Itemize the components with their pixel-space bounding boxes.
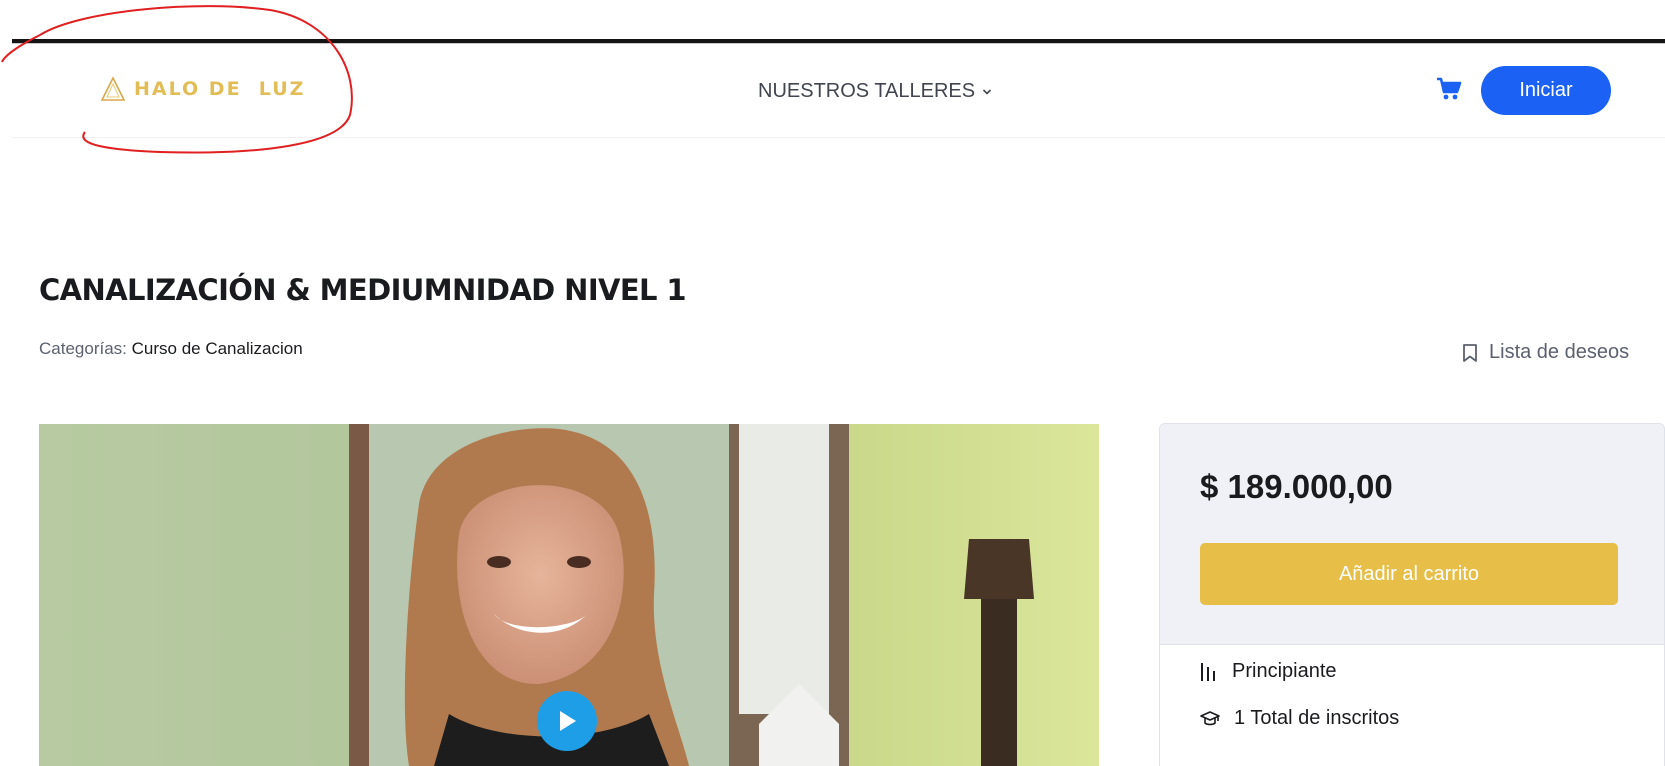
bookmark-icon	[1463, 343, 1477, 362]
nav-menu-talleres[interactable]: NUESTROS TALLERES	[758, 80, 992, 103]
page-title: CANALIZACIÓN & MEDIUMNIDAD NIVEL 1	[39, 273, 687, 307]
logo-text: HALO DE LUZ	[134, 78, 306, 100]
play-button[interactable]	[537, 691, 597, 751]
course-price: $ 189.000,00	[1200, 468, 1393, 505]
nav-menu-label: NUESTROS TALLERES	[758, 80, 976, 102]
chevron-down-icon	[983, 88, 992, 95]
course-video[interactable]	[39, 424, 1099, 766]
cart-button[interactable]	[1436, 77, 1462, 106]
course-level: Principiante	[1200, 660, 1337, 683]
cart-icon	[1437, 77, 1462, 100]
categories-line: Categorías: Curso de Canalizacion	[39, 339, 303, 359]
course-level-label: Principiante	[1232, 660, 1337, 682]
add-to-cart-button[interactable]: Añadir al carrito	[1200, 543, 1618, 605]
triangle-logo-icon	[100, 76, 126, 101]
enrolled-count: 1 Total de inscritos	[1200, 707, 1399, 730]
wishlist-label: Lista de deseos	[1489, 341, 1630, 363]
play-icon	[560, 711, 576, 731]
category-link[interactable]: Curso de Canalizacion	[132, 339, 303, 358]
price-panel: $ 189.000,00 Añadir al carrito	[1160, 424, 1664, 645]
logo[interactable]: HALO DE LUZ	[100, 76, 305, 102]
site-header: HALO DE LUZ NUESTROS TALLERES Iniciar	[12, 44, 1665, 138]
level-bars-icon	[1201, 662, 1215, 681]
graduation-cap-icon	[1200, 710, 1220, 725]
top-divider	[12, 39, 1665, 44]
enrolled-count-label: 1 Total de inscritos	[1234, 707, 1400, 729]
wishlist-button[interactable]: Lista de deseos	[1462, 341, 1629, 364]
categories-label: Categorías:	[39, 339, 127, 358]
login-button[interactable]: Iniciar	[1481, 66, 1611, 115]
purchase-card: $ 189.000,00 Añadir al carrito Principia…	[1159, 423, 1665, 766]
